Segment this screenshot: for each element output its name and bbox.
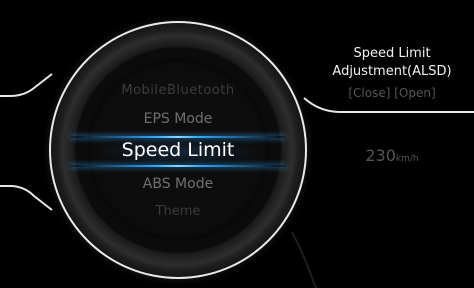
menu-item-theme[interactable]: Theme [49, 204, 307, 219]
selection-line-top [70, 136, 286, 138]
menu-item-abs-mode[interactable]: ABS Mode [49, 176, 307, 192]
menu-item-mobile-bluetooth[interactable]: MobileBluetooth [49, 83, 307, 98]
left-upper-frame-line [0, 73, 53, 97]
settings-menu: MobileBluetooth EPS Mode Speed Limit ABS… [49, 21, 307, 279]
option-open-button[interactable]: [Open] [394, 86, 435, 100]
panel-title-line-2: Adjustment(ALSD) [332, 64, 452, 79]
option-close-button[interactable]: [Close] [348, 86, 390, 100]
panel-title: Speed Limit Adjustment(ALSD) [330, 45, 454, 81]
speed-limit-value: 230 [365, 146, 396, 165]
left-lower-frame-line [0, 185, 53, 211]
dashboard-screen: MobileBluetooth EPS Mode Speed Limit ABS… [0, 0, 474, 288]
alsd-options: [Close] [Open] [330, 86, 454, 100]
panel-title-line-1: Speed Limit [353, 46, 431, 61]
menu-item-speed-limit[interactable]: Speed Limit [49, 139, 307, 161]
speed-limit-unit: km/h [395, 154, 419, 164]
selection-line-bottom [70, 165, 286, 167]
speed-limit-readout[interactable]: 230km/h [330, 146, 454, 165]
menu-item-eps-mode[interactable]: EPS Mode [49, 111, 307, 127]
right-upper-frame-line [303, 97, 474, 113]
